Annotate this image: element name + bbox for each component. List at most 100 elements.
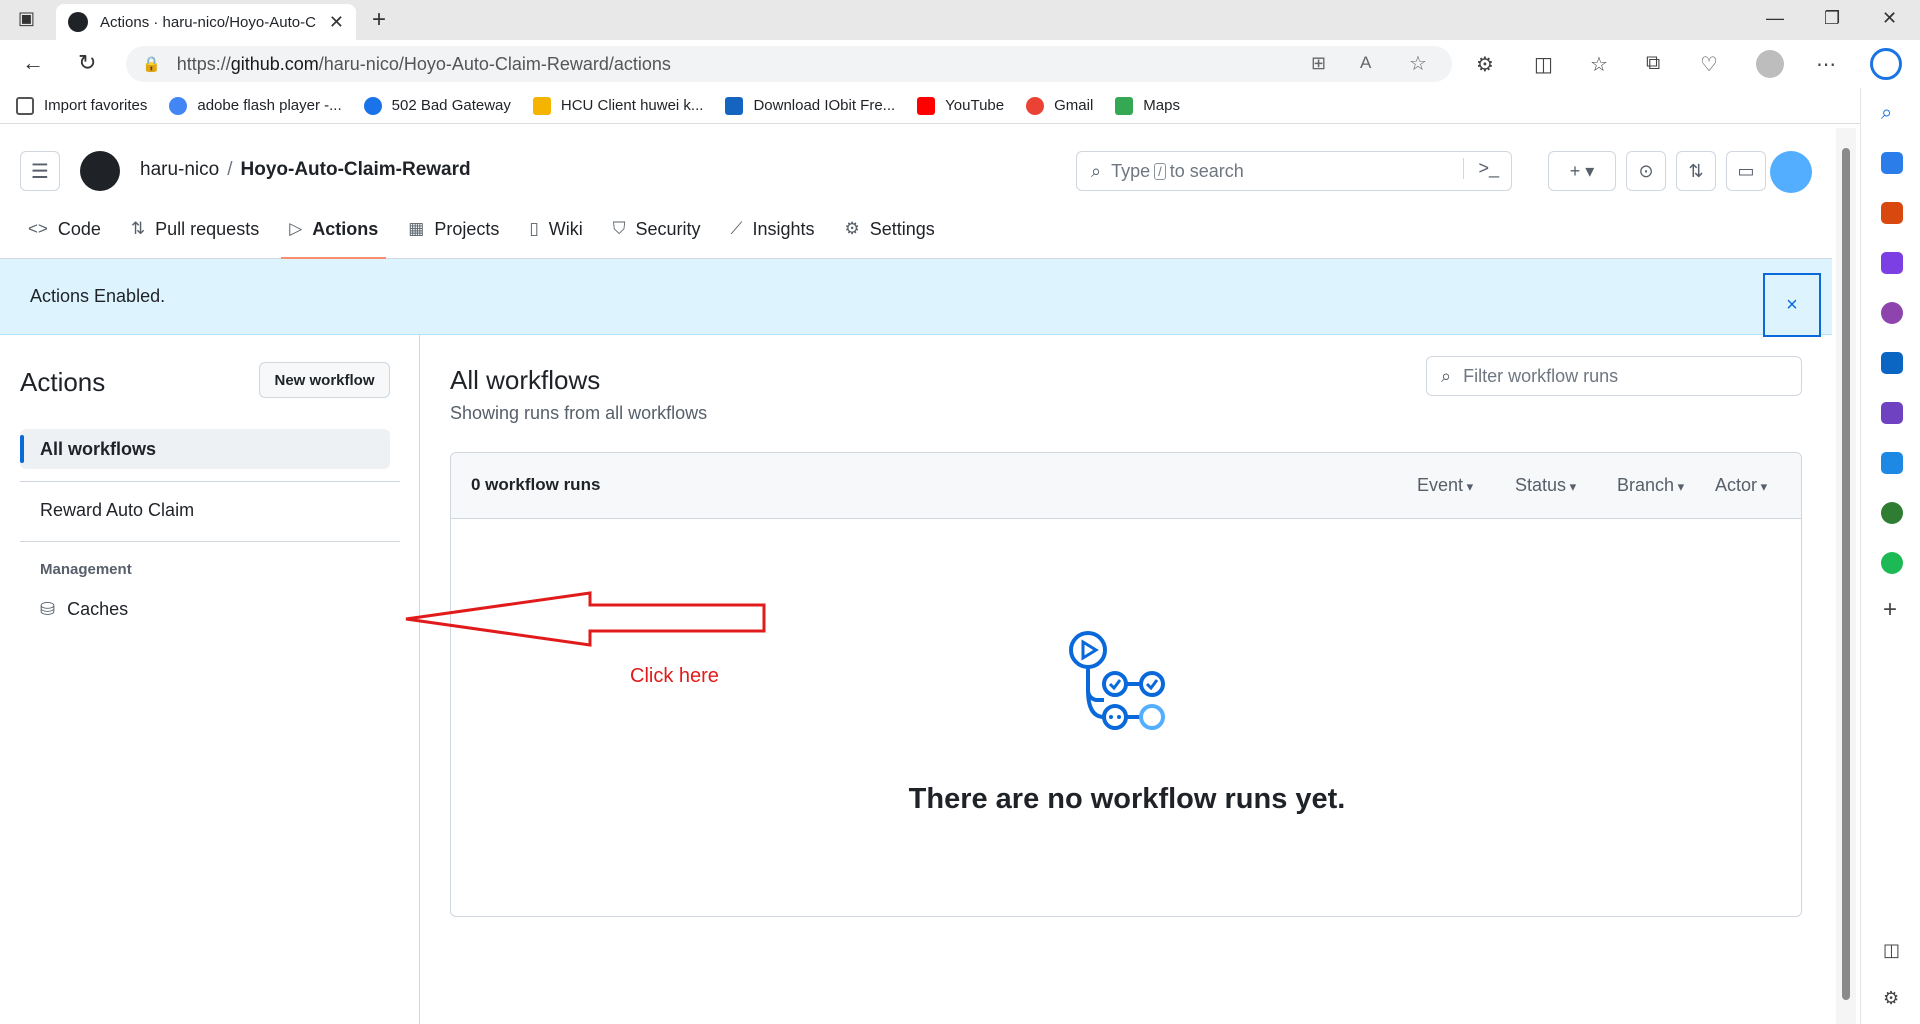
back-icon[interactable]: ← xyxy=(22,50,44,76)
filter-workflow-runs-input[interactable]: ⌕ Filter workflow runs xyxy=(1426,356,1802,396)
import-icon xyxy=(16,96,34,115)
edge-sidebar: ⌕ + ◫ ⚙ xyxy=(1860,88,1920,1024)
telegram-icon[interactable] xyxy=(1881,452,1903,474)
tab-pull-requests[interactable]: ⇅ Pull requests xyxy=(131,207,259,251)
bookmark-item[interactable]: HCU Client huwei k... xyxy=(532,96,703,115)
bing-copilot-icon[interactable] xyxy=(1870,48,1902,80)
inbox-button[interactable]: ▭ xyxy=(1726,151,1766,191)
tab-settings[interactable]: ⚙ Settings xyxy=(844,207,934,251)
new-workflow-button[interactable]: New workflow xyxy=(259,362,390,398)
bookmark-label: Import favorites xyxy=(44,97,148,114)
actor-filter-dropdown[interactable]: Actor xyxy=(1715,475,1767,496)
new-tab-icon[interactable]: + xyxy=(372,6,386,34)
hide-sidebar-icon[interactable]: ◫ xyxy=(1883,940,1900,961)
click-here-annotation: Click here xyxy=(630,665,719,687)
bookmark-item[interactable]: Maps xyxy=(1115,96,1180,115)
runs-count: 0 workflow runs xyxy=(471,475,601,494)
flash-close-button[interactable]: × xyxy=(1763,273,1821,337)
tab-security[interactable]: ⛉ Security xyxy=(613,207,701,251)
google-icon xyxy=(169,96,188,115)
outlook-icon[interactable] xyxy=(1881,352,1903,374)
favorite-star-icon[interactable]: ☆ xyxy=(1409,51,1427,76)
profile-icon[interactable] xyxy=(1756,50,1784,78)
hamburger-icon: ☰ xyxy=(31,160,49,183)
menu-button[interactable]: ☰ xyxy=(20,151,60,191)
sidebar-item-all-workflows[interactable]: All workflows xyxy=(20,429,390,469)
code-icon: <> xyxy=(28,219,48,238)
browser-essentials-icon[interactable]: ♡ xyxy=(1700,52,1718,77)
github-logo-icon[interactable] xyxy=(80,151,120,191)
bookmark-item[interactable]: 502 Bad Gateway xyxy=(363,96,511,115)
favorites-icon[interactable]: ☆ xyxy=(1590,52,1608,77)
tab-projects[interactable]: ▦ Projects xyxy=(408,207,499,251)
edge-icon xyxy=(363,96,382,115)
spotify-icon[interactable] xyxy=(1881,552,1903,574)
app-available-icon[interactable]: ⊞ xyxy=(1311,53,1326,74)
tab-label: Pull requests xyxy=(155,218,260,239)
pull-requests-button[interactable]: ⇅ xyxy=(1676,151,1716,191)
tab-label: Insights xyxy=(752,218,815,239)
sidebar-settings-icon[interactable]: ⚙ xyxy=(1883,988,1899,1009)
tab-code[interactable]: <> Code xyxy=(28,207,101,251)
close-icon: × xyxy=(1786,293,1798,316)
tab-actions-icon[interactable]: ▣ xyxy=(18,8,35,29)
extensions-icon[interactable]: ⚙ xyxy=(1476,52,1494,77)
avatar[interactable] xyxy=(1770,151,1812,193)
page-subtitle: Showing runs from all workflows xyxy=(450,403,708,423)
status-filter-dropdown[interactable]: Status xyxy=(1515,475,1576,496)
url-host: github.com xyxy=(230,53,319,74)
search-icon[interactable]: ⌕ xyxy=(1881,102,1892,125)
collections-icon[interactable]: ⧉ xyxy=(1646,52,1660,75)
scrollbar-thumb[interactable] xyxy=(1842,148,1850,1000)
plus-icon: + ▾ xyxy=(1569,160,1595,181)
refresh-icon[interactable]: ↻ xyxy=(78,50,96,76)
url-path: /haru-nico/Hoyo-Auto-Claim-Reward/action… xyxy=(318,53,671,74)
command-palette-icon[interactable]: >_ xyxy=(1463,158,1499,179)
search-shortcut-key: / xyxy=(1154,162,1166,180)
split-screen-icon[interactable]: ◫ xyxy=(1534,52,1553,77)
tab-insights[interactable]: ⟋ Insights xyxy=(731,207,815,251)
restore-icon[interactable]: ❐ xyxy=(1824,8,1840,29)
add-sidebar-icon[interactable]: + xyxy=(1883,596,1897,624)
bookmark-label: Download IObit Fre... xyxy=(753,97,896,114)
repo-link[interactable]: Hoyo-Auto-Claim-Reward xyxy=(241,159,471,180)
event-filter-dropdown[interactable]: Event xyxy=(1417,475,1473,496)
minimize-icon[interactable]: — xyxy=(1766,8,1784,29)
issues-button[interactable]: ⊙ xyxy=(1626,151,1666,191)
sidebar-item-reward-auto-claim[interactable]: Reward Auto Claim xyxy=(20,490,390,530)
breadcrumb: haru-nico / Hoyo-Auto-Claim-Reward xyxy=(140,159,471,181)
tab-label: Actions xyxy=(312,218,379,239)
microsoft365-icon[interactable] xyxy=(1881,302,1903,324)
bookmark-label: adobe flash player -... xyxy=(197,97,342,114)
address-bar[interactable]: 🔒 https://github.com/haru-nico/Hoyo-Auto… xyxy=(126,46,1452,82)
close-tab-icon[interactable]: ✕ xyxy=(329,12,344,33)
games-icon[interactable] xyxy=(1881,252,1903,274)
page-scrollbar[interactable] xyxy=(1836,128,1856,1024)
browser-tab[interactable]: Actions · haru-nico/Hoyo-Auto-C ✕ xyxy=(56,4,356,40)
tree-icon[interactable] xyxy=(1881,502,1903,524)
filter-placeholder: Filter workflow runs xyxy=(1463,365,1619,386)
tab-actions[interactable]: ▷ Actions xyxy=(281,207,387,259)
tools-icon[interactable] xyxy=(1881,202,1903,224)
play-icon: ▷ xyxy=(289,219,303,238)
more-menu-icon[interactable]: ⋯ xyxy=(1816,52,1836,77)
bookmark-item[interactable]: Import favorites xyxy=(16,96,148,115)
designer-icon[interactable] xyxy=(1881,402,1903,424)
close-window-icon[interactable]: ✕ xyxy=(1882,8,1897,29)
branch-filter-dropdown[interactable]: Branch xyxy=(1617,475,1684,496)
create-new-button[interactable]: + ▾ xyxy=(1548,151,1616,191)
shopping-icon[interactable] xyxy=(1881,152,1903,174)
tab-wiki[interactable]: ▯ Wiki xyxy=(529,207,582,251)
read-aloud-icon[interactable]: A xyxy=(1360,53,1371,73)
bookmark-item[interactable]: Gmail xyxy=(1026,96,1093,115)
bookmark-item[interactable]: adobe flash player -... xyxy=(169,96,342,115)
hcu-icon xyxy=(532,96,551,115)
bookmarks-bar: Import favorites adobe flash player -...… xyxy=(0,88,1920,124)
sidebar-item-caches[interactable]: ⛁ Caches xyxy=(20,589,390,629)
search-input[interactable]: ⌕ Type / to search >_ xyxy=(1076,151,1512,191)
bookmark-item[interactable]: YouTube xyxy=(917,96,1005,115)
bookmark-item[interactable]: Download IObit Fre... xyxy=(725,96,896,115)
bookmark-label: YouTube xyxy=(945,97,1005,114)
search-suffix: to search xyxy=(1169,160,1244,181)
owner-link[interactable]: haru-nico xyxy=(140,159,219,180)
